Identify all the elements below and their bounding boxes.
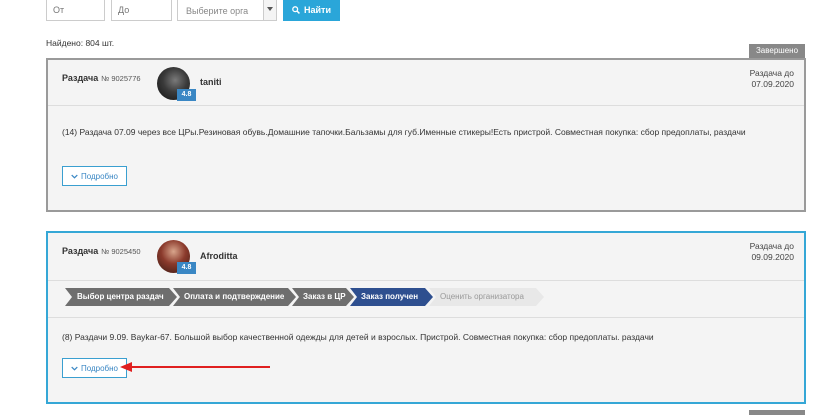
date-value: 07.09.2020: [751, 79, 794, 89]
card-description: (14) Раздача 07.09 через все ЦРы.Резинов…: [62, 127, 746, 137]
chevron-down-icon[interactable]: [263, 0, 276, 20]
card-number: № 9025450: [101, 247, 141, 256]
card-title: Раздача № 9025776: [62, 73, 141, 83]
search-button[interactable]: Найти: [283, 0, 340, 21]
card-description: (8) Раздачи 9.09. Baykar-67. Большой выб…: [62, 332, 654, 342]
distribution-card: Раздача № 9025776 4.8 taniti Раздача до 0…: [46, 58, 806, 212]
card-title-text: Раздача: [62, 73, 99, 83]
search-icon: [292, 5, 300, 14]
results-count: Найдено: 804 шт.: [46, 38, 115, 48]
rating-badge: 4.8: [177, 89, 196, 101]
card-title: Раздача № 9025450: [62, 246, 141, 256]
card-number: № 9025776: [101, 74, 141, 83]
status-badge: Завершено: [749, 44, 805, 58]
details-button[interactable]: Подробно: [62, 358, 127, 378]
date-to-input[interactable]: [111, 0, 172, 21]
distribution-date: Раздача до 09.09.2020: [750, 241, 794, 263]
details-button-label: Подробно: [80, 171, 119, 181]
details-button-label: Подробно: [80, 363, 119, 373]
step-pickup-center: Выбор центра раздач: [77, 292, 164, 301]
details-button[interactable]: Подробно: [62, 166, 127, 186]
distribution-date: Раздача до 07.09.2020: [750, 68, 794, 90]
card-title-text: Раздача: [62, 246, 99, 256]
divider: [48, 280, 804, 281]
divider: [48, 317, 804, 318]
order-progress-steps: Выбор центра раздач Оплата и подтвержден…: [65, 288, 809, 306]
date-value: 09.09.2020: [751, 252, 794, 262]
date-from-input[interactable]: [46, 0, 105, 21]
search-button-label: Найти: [304, 4, 331, 15]
rating-badge: 4.8: [177, 262, 196, 274]
organizer-username[interactable]: Afroditta: [200, 251, 238, 261]
chevron-down-icon: [71, 366, 78, 371]
chevron-down-icon: [71, 174, 78, 179]
date-label: Раздача до: [749, 241, 794, 251]
step-order-at-center: Заказ в ЦР: [303, 292, 346, 301]
organizer-select-value: Выберите орга: [186, 6, 249, 16]
status-badge: [749, 410, 805, 415]
step-payment: Оплата и подтверждение: [184, 292, 285, 301]
annotation-arrow-icon: [120, 362, 270, 372]
divider: [48, 105, 804, 106]
distribution-card: Раздача № 9025450 4.8 Afroditta Раздача д…: [46, 231, 806, 404]
date-label: Раздача до: [749, 68, 794, 78]
step-rate-organizer[interactable]: Оценить организатора: [428, 288, 524, 306]
step-order-received: Заказ получен: [361, 292, 419, 301]
organizer-select[interactable]: Выберите орга: [177, 0, 277, 21]
organizer-username[interactable]: taniti: [200, 77, 222, 87]
